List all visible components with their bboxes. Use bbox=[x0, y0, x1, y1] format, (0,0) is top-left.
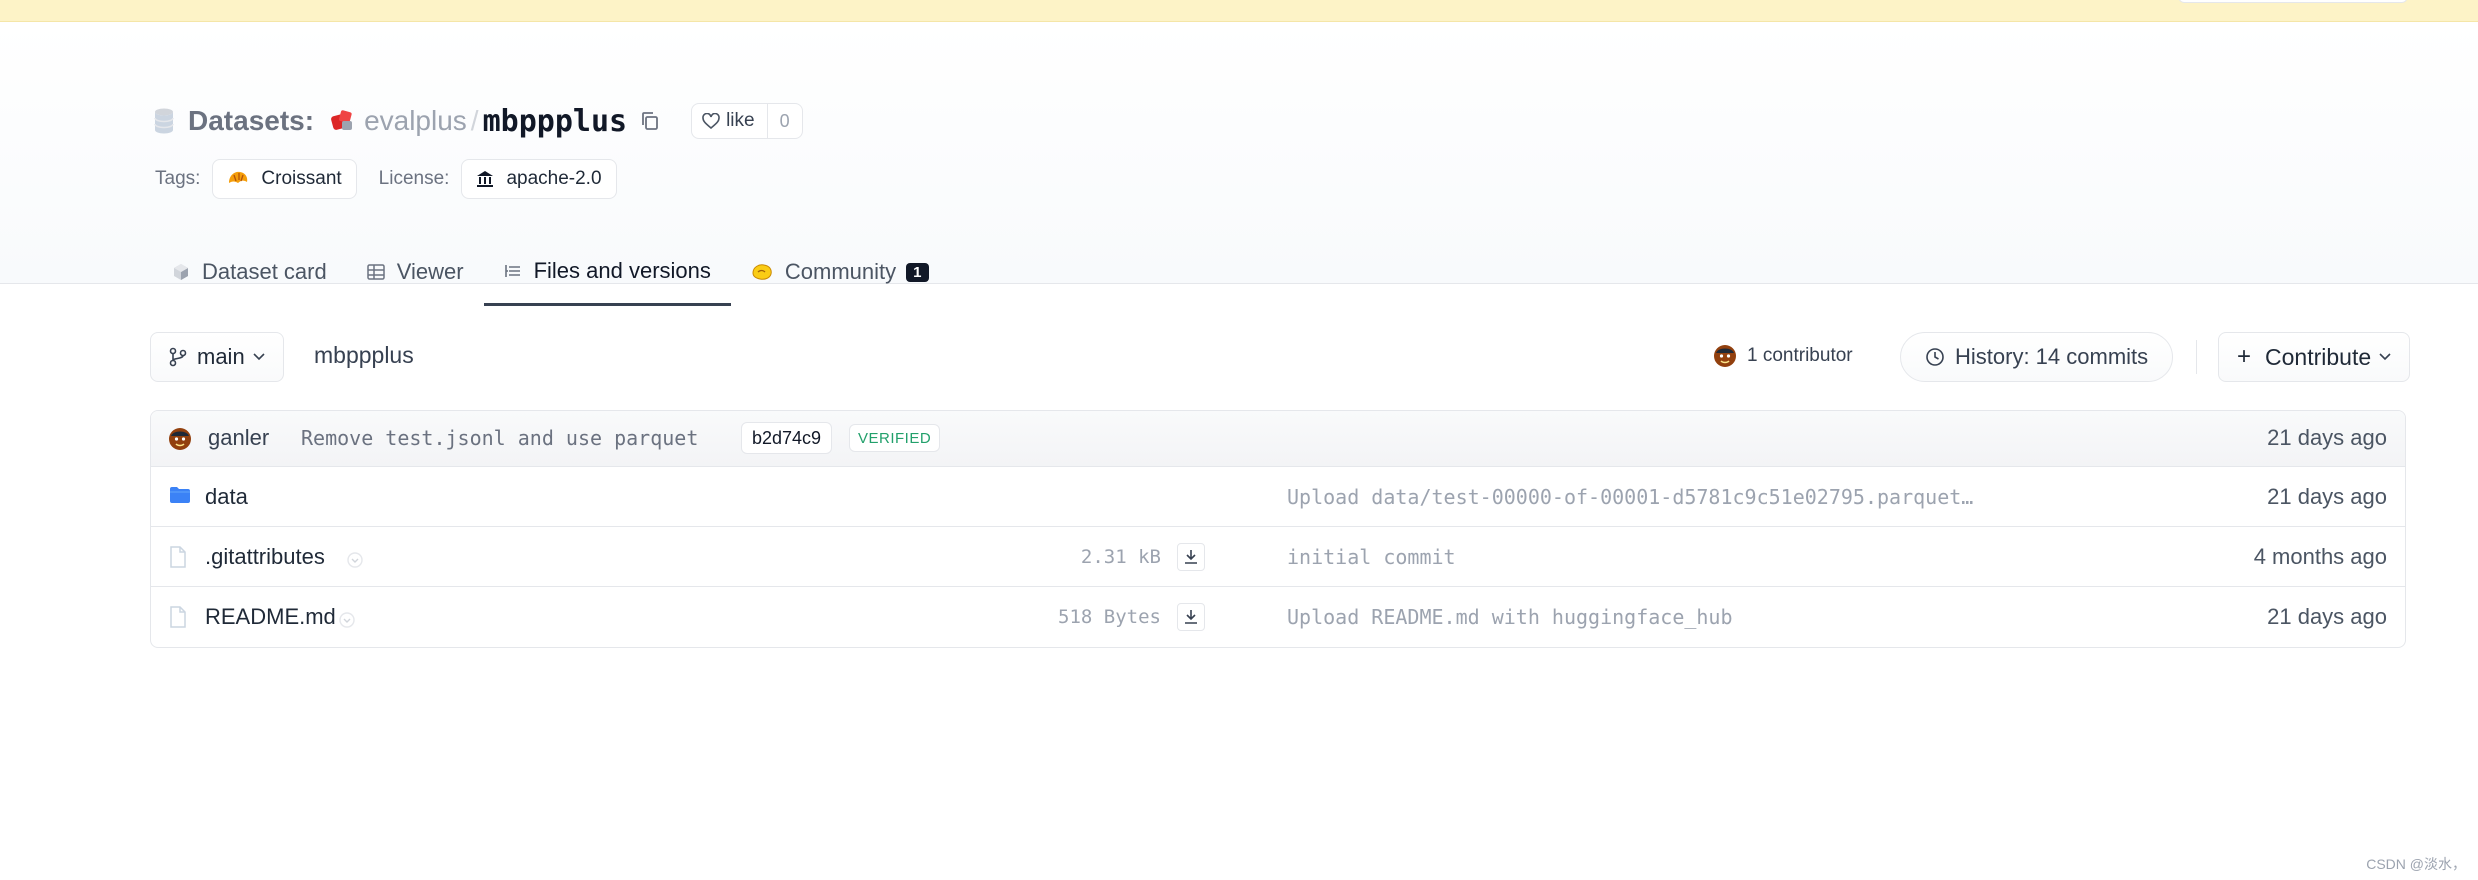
repo-header: Datasets: evalplus / mbppplus like 0 Tag… bbox=[0, 22, 2478, 306]
chevron-down-icon bbox=[2379, 353, 2391, 361]
tag-croissant[interactable]: Croissant bbox=[212, 159, 357, 199]
tags-row: Tags: Croissant License: apache-2.0 bbox=[155, 158, 617, 200]
branch-name: main bbox=[197, 344, 245, 369]
file-name[interactable]: README.md bbox=[205, 604, 336, 630]
org-avatar-icon bbox=[331, 110, 353, 130]
banner-button[interactable] bbox=[2178, 0, 2408, 3]
git-branch-icon bbox=[169, 347, 187, 367]
like-main[interactable]: like bbox=[692, 110, 767, 132]
history-button[interactable]: History: 14 commits bbox=[1900, 332, 2174, 382]
commit-author[interactable]: ganler bbox=[208, 425, 269, 451]
contribute-label: Contribute bbox=[2265, 343, 2372, 370]
org-link[interactable]: evalplus bbox=[364, 105, 467, 137]
tab-viewer[interactable]: Viewer bbox=[347, 238, 484, 306]
file-icon bbox=[170, 606, 186, 628]
file-icon bbox=[170, 546, 186, 568]
file-commit-message[interactable]: initial commit bbox=[1287, 545, 2007, 569]
file-date: 21 days ago bbox=[2267, 604, 2387, 629]
watermark: CSDN @淡水， bbox=[2366, 856, 2466, 872]
contributors-link[interactable]: 1 contributor bbox=[1713, 344, 1853, 368]
commit-message[interactable]: Remove test.jsonl and use parquet bbox=[301, 426, 698, 450]
contribute-button[interactable]: + Contribute bbox=[2218, 332, 2411, 382]
breadcrumb-path[interactable]: mbppplus bbox=[314, 342, 414, 369]
safe-shield-icon bbox=[347, 552, 363, 568]
file-date: 4 months ago bbox=[2253, 544, 2387, 569]
download-icon bbox=[1185, 550, 1197, 564]
croissant-icon bbox=[229, 171, 248, 183]
file-tree-icon bbox=[504, 264, 520, 277]
announcement-banner bbox=[0, 0, 2478, 22]
tag-label: Croissant bbox=[261, 168, 342, 189]
table-icon bbox=[366, 264, 385, 280]
file-row-data[interactable]: data Upload data/test-00000-of-00001-d57… bbox=[151, 467, 2405, 527]
file-size: 2.31 kB bbox=[1080, 546, 1161, 568]
tab-files-and-versions[interactable]: Files and versions bbox=[483, 238, 731, 306]
file-commit-message[interactable]: Upload data/test-00000-of-00001-d5781c9c… bbox=[1287, 485, 2007, 509]
safe-shield-icon bbox=[339, 612, 355, 628]
author-avatar[interactable] bbox=[168, 427, 192, 451]
tab-label: Files and versions bbox=[533, 257, 711, 283]
file-list: ganler Remove test.jsonl and use parquet… bbox=[150, 410, 2406, 648]
repo-name[interactable]: mbppplus bbox=[483, 104, 628, 139]
database-icon bbox=[154, 108, 174, 134]
verified-badge: VERIFIED bbox=[849, 424, 941, 452]
file-row-readme[interactable]: README.md 518 Bytes Upload README.md wit… bbox=[151, 587, 2405, 647]
like-label: like bbox=[726, 110, 755, 131]
tab-label: Viewer bbox=[396, 259, 464, 284]
download-button[interactable] bbox=[1177, 543, 1205, 571]
title-separator: / bbox=[470, 105, 479, 136]
license-chip[interactable]: apache-2.0 bbox=[461, 159, 617, 199]
tab-community[interactable]: Community 1 bbox=[731, 238, 949, 306]
repo-tabs: Dataset card Viewer Files and versions C… bbox=[152, 238, 949, 306]
heart-icon bbox=[702, 113, 720, 129]
branch-selector[interactable]: main bbox=[150, 332, 284, 382]
license-value: apache-2.0 bbox=[506, 168, 602, 189]
files-toolbar: main mbppplus 1 contributor History: 14 … bbox=[150, 332, 2411, 382]
copy-icon[interactable] bbox=[639, 110, 661, 132]
file-commit-message[interactable]: Upload README.md with huggingface_hub bbox=[1287, 605, 2007, 629]
repo-title: Datasets: evalplus / mbppplus like 0 bbox=[152, 98, 803, 144]
chevron-down-icon bbox=[253, 353, 265, 361]
file-name[interactable]: .gitattributes bbox=[205, 544, 325, 570]
like-button[interactable]: like 0 bbox=[691, 103, 803, 139]
folder-icon bbox=[170, 487, 190, 503]
commit-hash[interactable]: b2d74c9 bbox=[741, 422, 833, 454]
section-label: Datasets: bbox=[188, 105, 315, 136]
tags-label: Tags: bbox=[155, 168, 201, 189]
bank-icon bbox=[477, 171, 494, 187]
license-label: License: bbox=[378, 168, 450, 189]
contributors-count: 1 contributor bbox=[1747, 345, 1853, 366]
tab-label: Community bbox=[784, 259, 897, 284]
commit-date: 21 days ago bbox=[2267, 425, 2387, 450]
file-row-gitattributes[interactable]: .gitattributes 2.31 kB initial commit 4 … bbox=[151, 527, 2405, 587]
plus-icon: + bbox=[2237, 343, 2252, 370]
community-count-badge: 1 bbox=[906, 262, 929, 282]
community-hands-icon bbox=[752, 264, 772, 280]
toolbar-divider bbox=[2196, 340, 2197, 374]
file-name[interactable]: data bbox=[205, 484, 248, 510]
cube-icon bbox=[174, 264, 188, 280]
download-icon bbox=[1185, 610, 1197, 624]
file-size: 518 Bytes bbox=[1058, 606, 1161, 628]
file-date: 21 days ago bbox=[2267, 484, 2387, 509]
contributor-avatar bbox=[1714, 345, 1736, 367]
download-button[interactable] bbox=[1177, 603, 1205, 631]
last-commit-row: ganler Remove test.jsonl and use parquet… bbox=[151, 411, 2405, 467]
history-label: History: 14 commits bbox=[1955, 344, 2149, 369]
like-count: 0 bbox=[766, 104, 802, 138]
tab-dataset-card[interactable]: Dataset card bbox=[152, 238, 347, 306]
clock-icon bbox=[1926, 348, 1944, 366]
tab-label: Dataset card bbox=[202, 259, 327, 284]
